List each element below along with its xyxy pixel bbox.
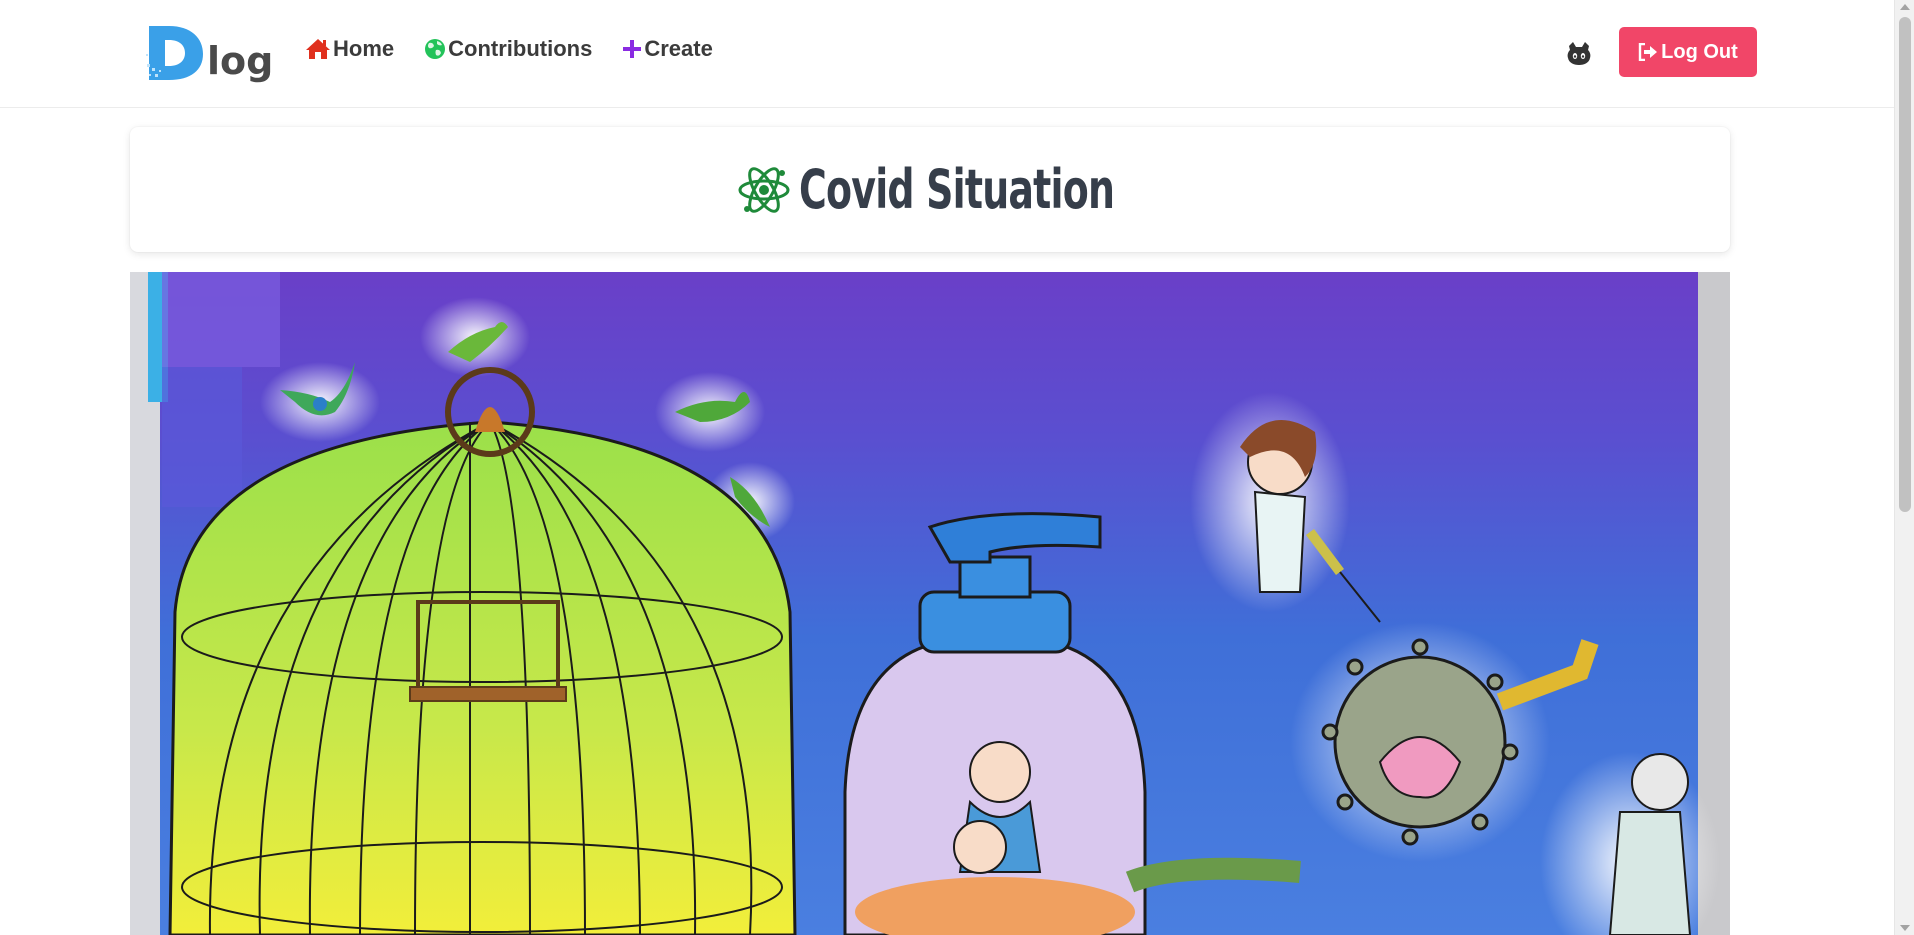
home-icon — [306, 39, 330, 59]
globe-icon — [425, 39, 446, 59]
nav-home-label: Home — [333, 36, 395, 61]
logo-d-icon — [145, 24, 205, 82]
navbar: log Home Contributions Create Log Out — [0, 0, 1894, 108]
logout-button[interactable]: Log Out — [1619, 27, 1757, 77]
nav-contributions-link[interactable]: Contributions — [424, 36, 592, 62]
post-title: Covid Situation — [798, 158, 1115, 221]
page-scrollbar[interactable] — [1894, 0, 1914, 935]
plus-icon — [623, 40, 642, 58]
logo-text: log — [207, 39, 274, 83]
nav-create-link[interactable]: Create — [622, 36, 713, 62]
scrollbar-thumb[interactable] — [1899, 17, 1911, 512]
sign-out-icon — [1638, 43, 1658, 61]
site-logo[interactable]: log — [145, 20, 273, 82]
scroll-down-arrow-icon[interactable] — [1900, 925, 1910, 931]
post-image — [130, 272, 1730, 935]
nav-create-label: Create — [644, 36, 713, 61]
scroll-up-arrow-icon[interactable] — [1900, 4, 1910, 10]
logout-label: Log Out — [1661, 40, 1738, 63]
nav-links: Home Contributions Create — [305, 36, 713, 62]
atom-icon — [738, 166, 790, 213]
nav-contributions-label: Contributions — [448, 36, 593, 61]
post-title-card: Covid Situation — [130, 127, 1730, 252]
github-icon[interactable] — [1565, 40, 1593, 68]
nav-home-link[interactable]: Home — [305, 36, 394, 62]
